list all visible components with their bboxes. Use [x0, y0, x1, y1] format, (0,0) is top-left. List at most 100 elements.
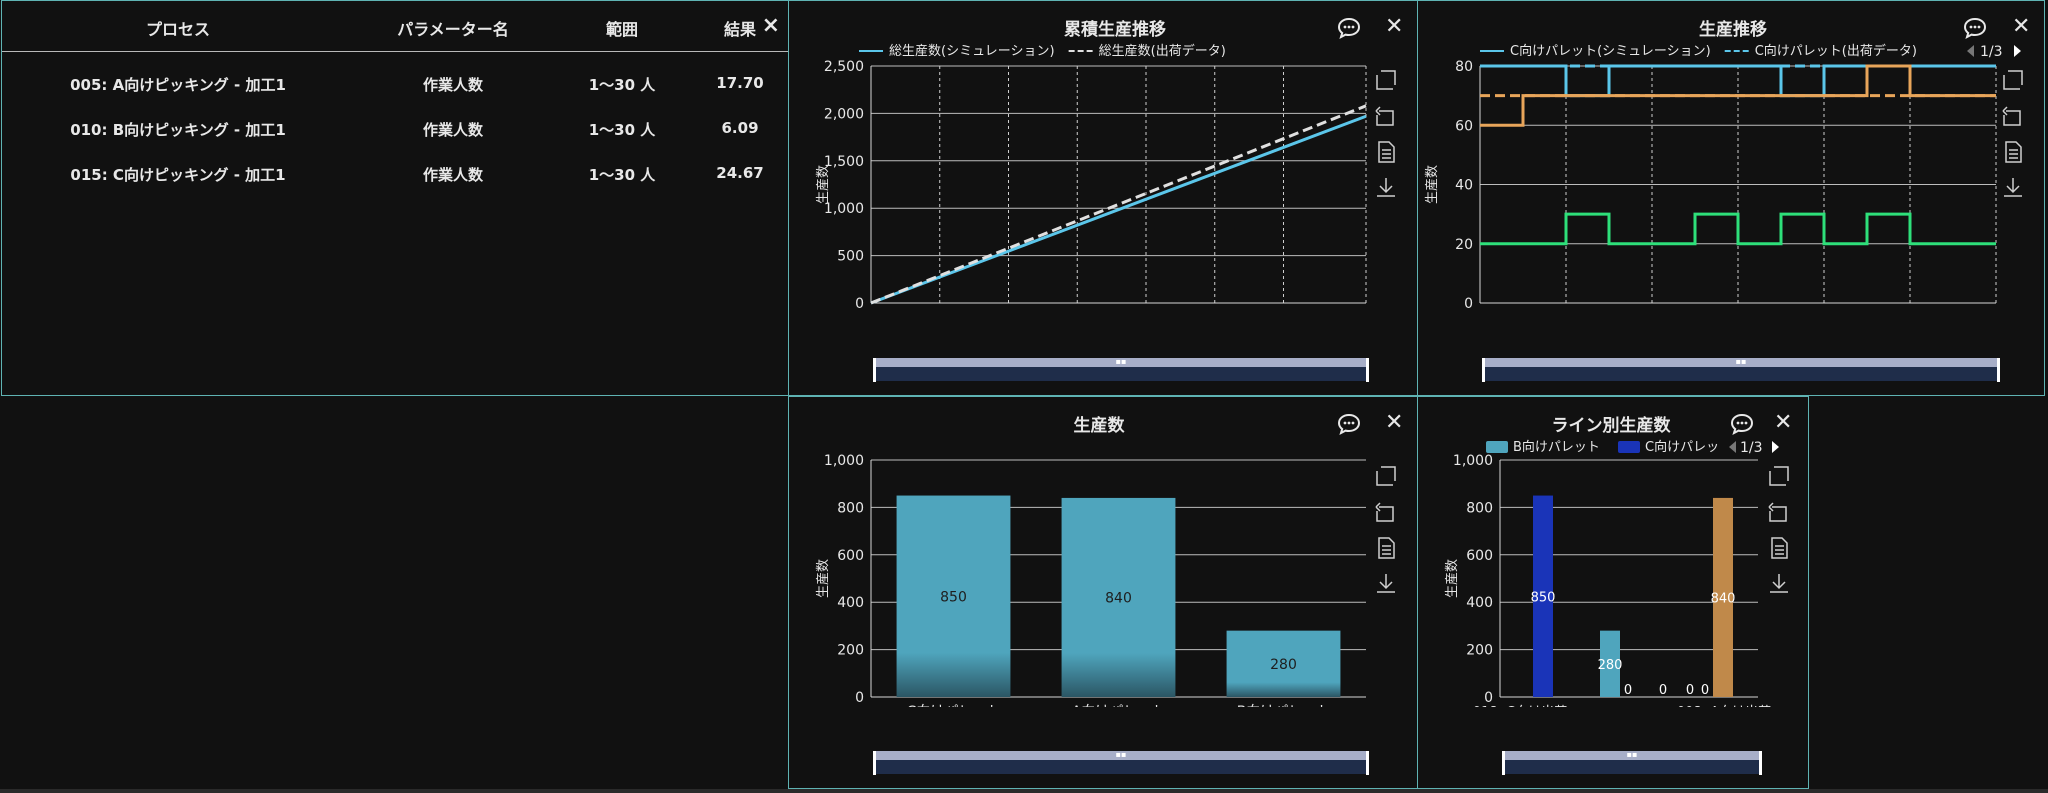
table-row[interactable]: 005: A向けピッキング - 加工1 作業人数 1～30 人 17.70: [2, 64, 788, 104]
zoom-icon[interactable]: [1766, 463, 1792, 489]
slider-handle-left[interactable]: [873, 751, 876, 775]
zoom-slider[interactable]: ▪▪: [873, 358, 1369, 382]
bar-value-label: 840: [1105, 590, 1132, 606]
parameter-table-panel: プロセス パラメーター名 範囲 結果 × 005: A向けピッキング - 加工1…: [1, 0, 789, 396]
comment-icon[interactable]: [1337, 413, 1361, 435]
reset-icon[interactable]: [1766, 499, 1792, 525]
y-axis-label: 生産数: [815, 165, 831, 204]
zoom-icon[interactable]: [1373, 67, 1399, 93]
slider-handle-left[interactable]: [1502, 751, 1505, 775]
y-tick-label: 1,000: [824, 453, 864, 469]
y-tick-label: 800: [837, 500, 864, 516]
data-view-icon[interactable]: [1766, 535, 1792, 561]
x-tick-label: 400: [1133, 310, 1160, 311]
x-tick-label: 0: [1476, 310, 1485, 311]
series-line: [1480, 212, 1996, 246]
close-icon[interactable]: ✕: [1385, 412, 1403, 434]
bar-value-label: 280: [1270, 657, 1297, 673]
x-tick-label: 120: [1553, 310, 1580, 311]
comment-icon[interactable]: [1963, 17, 1987, 39]
x-tick-label: 100: [926, 310, 953, 311]
data-view-icon[interactable]: [2000, 139, 2026, 165]
zoom-slider[interactable]: ▪▪: [1502, 751, 1762, 775]
legend-prev-icon: [1967, 45, 1974, 57]
bar-value-label: 840: [1711, 591, 1736, 606]
legend-label: 総生産数(出荷データ): [1099, 43, 1226, 59]
comment-icon[interactable]: [1730, 413, 1754, 435]
cell-process: 005: A向けピッキング - 加工1: [70, 76, 286, 94]
header-range[interactable]: 範囲: [606, 16, 638, 40]
trend-line-chart: 0 20 40 60 80 0 120 240 360 480 600 720 生産数 C向けパレット(シ…: [1424, 43, 2021, 311]
y-tick-label: 500: [837, 249, 864, 265]
legend-swatch: [1618, 441, 1640, 453]
cell-process: 010: B向けピッキング - 加工1: [70, 121, 286, 139]
download-icon[interactable]: [1373, 175, 1399, 201]
slider-handle-left[interactable]: [873, 358, 876, 382]
x-tick-label: 240: [1639, 310, 1666, 311]
close-icon[interactable]: ×: [762, 13, 780, 38]
header-param[interactable]: パラメーター名: [397, 16, 509, 40]
zoom-slider[interactable]: ▪▪: [873, 751, 1369, 775]
close-icon[interactable]: ✕: [1774, 412, 1792, 434]
bottom-strip: [0, 789, 2048, 793]
legend-page: 1/3: [1740, 440, 1763, 456]
download-icon[interactable]: [1373, 571, 1399, 597]
data-view-icon[interactable]: [1373, 139, 1399, 165]
legend-next-icon: [2014, 45, 2021, 57]
y-tick-label: 60: [1455, 118, 1473, 134]
production-bar-chart: 0 200 400 600 800 1,000 生産数 850 C向けパレット 840 A向けパレッ…: [815, 453, 1366, 707]
table-row[interactable]: 010: B向けピッキング - 加工1 作業人数 1～30 人 6.09: [2, 109, 788, 149]
zoom-icon[interactable]: [1373, 463, 1399, 489]
close-icon[interactable]: ✕: [2012, 16, 2030, 38]
slider-handle-right[interactable]: [1997, 358, 2000, 382]
table-header: プロセス パラメーター名 範囲 結果: [2, 1, 788, 52]
reset-icon[interactable]: [1373, 103, 1399, 129]
slider-handle-right[interactable]: [1759, 751, 1762, 775]
cell-result: 24.67: [716, 164, 764, 182]
zoom-icon[interactable]: [2000, 67, 2026, 93]
legend-label: B向けパレット: [1513, 439, 1600, 455]
cell-param: 作業人数: [422, 121, 484, 139]
cell-param: 作業人数: [422, 76, 484, 94]
slider-handle-right[interactable]: [1366, 751, 1369, 775]
comment-icon[interactable]: [1337, 17, 1361, 39]
chart-title: 生産数: [1073, 416, 1125, 436]
download-icon[interactable]: [1766, 571, 1792, 597]
legend-next-icon: [1772, 441, 1779, 453]
y-tick-label: 200: [837, 643, 864, 659]
reset-icon[interactable]: [1373, 499, 1399, 525]
cell-result: 17.70: [716, 74, 764, 92]
reset-icon[interactable]: [2000, 103, 2026, 129]
zoom-slider[interactable]: ▪▪: [1482, 358, 2000, 382]
x-tick-label: C向けパレット: [907, 704, 1001, 707]
chart-title: 生産推移: [1699, 20, 1767, 40]
y-tick-label: 600: [837, 548, 864, 564]
slider-handle-left[interactable]: [1482, 358, 1485, 382]
bar-value-label: 0: [1624, 683, 1632, 698]
close-icon[interactable]: ✕: [1385, 16, 1403, 38]
data-view-icon[interactable]: [1373, 535, 1399, 561]
x-tick-label: 600: [1897, 310, 1924, 311]
cell-param: 作業人数: [422, 166, 484, 184]
by-line-bar-chart: 02004006008001,000生産数8502800000840018: C…: [1444, 439, 1779, 707]
x-tick-label: 600: [1270, 310, 1297, 311]
x-tick-label: 720: [1983, 310, 2010, 311]
y-tick-label: 0: [855, 296, 864, 311]
legend-prev-icon: [1729, 441, 1736, 453]
chart-title: ライン別生産数: [1551, 416, 1671, 436]
y-tick-label: 0: [1484, 690, 1493, 706]
header-result[interactable]: 結果: [724, 16, 756, 40]
cell-range: 1～30 人: [588, 166, 656, 184]
header-process[interactable]: プロセス: [146, 16, 210, 40]
x-tick-label: 720: [1353, 310, 1380, 311]
bar-value-label: 0: [1659, 683, 1667, 698]
download-icon[interactable]: [2000, 175, 2026, 201]
cell-range: 1～30 人: [588, 121, 656, 139]
y-tick-label: 2,000: [824, 106, 864, 122]
x-tick-label: 500: [1201, 310, 1228, 311]
slider-handle-right[interactable]: [1366, 358, 1369, 382]
chart-title: 累積生産推移: [1064, 20, 1166, 40]
table-row[interactable]: 015: C向けピッキング - 加工1 作業人数 1～30 人 24.67: [2, 154, 788, 194]
legend-page: 1/3: [1980, 44, 2003, 60]
bar-value-label: 850: [940, 589, 967, 605]
